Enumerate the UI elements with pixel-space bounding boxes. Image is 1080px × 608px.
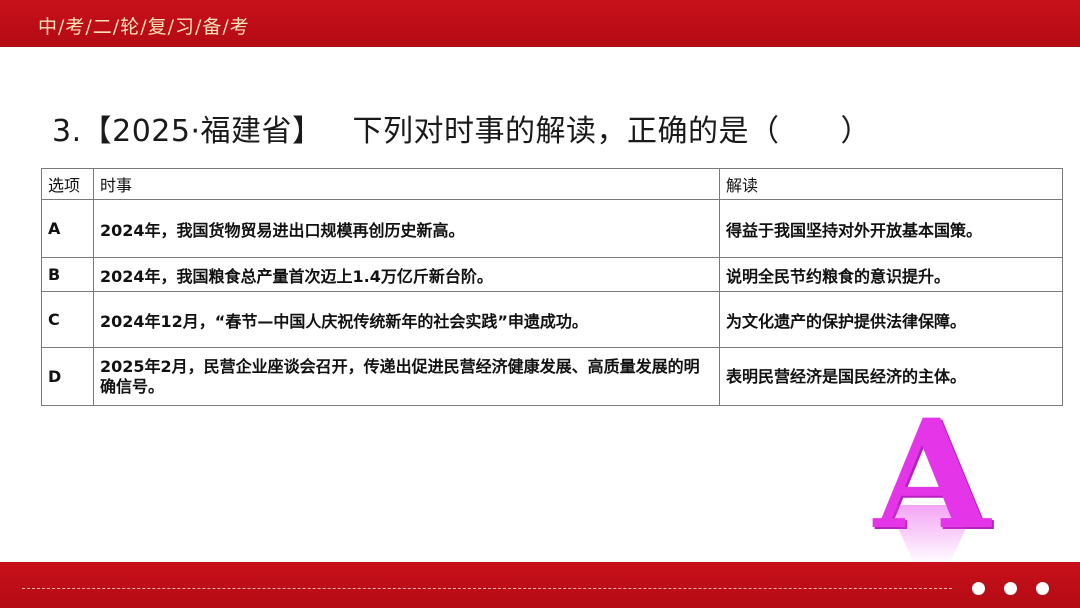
header-interpretation: 解读 [719, 168, 1063, 200]
footer-dot [1036, 582, 1049, 595]
table-row: C 2024年12月，“春节—中国人庆祝传统新年的社会实践”申遗成功。 为文化遗… [41, 291, 1063, 348]
footer-dashed-line [22, 588, 952, 589]
option-label: D [41, 347, 94, 406]
table-header-row: 选项 时事 解读 [41, 168, 1063, 200]
option-label: A [41, 199, 94, 258]
table-row: B 2024年，我国粮食总产量首次迈上1.4万亿斤新台阶。 说明全民节约粮食的意… [41, 257, 1063, 292]
interpretation-cell: 说明全民节约粮食的意识提升。 [719, 257, 1063, 292]
event-cell: 2024年，我国货物贸易进出口规模再创历史新高。 [93, 199, 720, 258]
footer-dot [972, 582, 985, 595]
footer-dot [1004, 582, 1017, 595]
question-title: 3.【2025·福建省】 下列对时事的解读，正确的是（ ） [52, 106, 871, 150]
event-cell: 2024年，我国粮食总产量首次迈上1.4万亿斤新台阶。 [93, 257, 720, 292]
option-label: B [41, 257, 94, 292]
header-option: 选项 [41, 168, 94, 200]
event-cell: 2024年12月，“春节—中国人庆祝传统新年的社会实践”申遗成功。 [93, 291, 720, 348]
question-prefix: 3.【2025·福建省】 [52, 114, 323, 149]
event-cell: 2025年2月，民营企业座谈会召开，传递出促进民营经济健康发展、高质量发展的明确… [93, 347, 720, 406]
bottom-banner [0, 562, 1080, 608]
interpretation-cell: 得益于我国坚持对外开放基本国策。 [719, 199, 1063, 258]
options-table: 选项 时事 解读 A 2024年，我国货物贸易进出口规模再创历史新高。 得益于我… [41, 168, 1063, 406]
option-label: C [41, 291, 94, 348]
question-text: 下列对时事的解读，正确的是（ ） [352, 114, 872, 149]
interpretation-cell: 为文化遗产的保护提供法律保障。 [719, 291, 1063, 348]
header-event: 时事 [93, 168, 720, 200]
header-title: 中/考/二/轮/复/习/备/考 [38, 16, 250, 38]
top-banner: 中/考/二/轮/复/习/备/考 [0, 0, 1080, 47]
table-row: A 2024年，我国货物贸易进出口规模再创历史新高。 得益于我国坚持对外开放基本… [41, 199, 1063, 258]
